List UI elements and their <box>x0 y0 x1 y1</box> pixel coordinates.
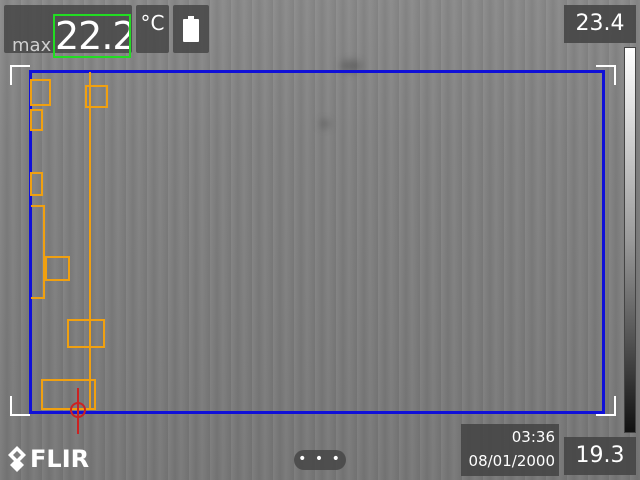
battery-icon <box>183 16 199 42</box>
detection-overlay <box>30 72 108 434</box>
flir-logo: FLIR <box>6 444 102 476</box>
hotspot-box <box>30 109 43 131</box>
hotspot-box <box>45 256 70 281</box>
hotspot-box <box>31 205 45 299</box>
spot-marker-icon <box>70 388 86 434</box>
temperature-scale-bar[interactable] <box>624 47 636 433</box>
hotspot-box <box>30 172 43 196</box>
measurement-label: max <box>12 35 52 56</box>
measurement-readout[interactable]: max 22.2 <box>4 5 132 58</box>
date-label: 08/01/2000 <box>468 452 555 470</box>
flir-emblem-icon <box>8 446 26 472</box>
hotspot-box <box>30 79 51 106</box>
more-menu-button[interactable]: • • • <box>294 450 346 470</box>
hotspot-box <box>67 319 105 348</box>
unit-button[interactable]: °C <box>136 5 169 53</box>
datetime-display: 03:36 08/01/2000 <box>461 424 559 476</box>
hotspot-box <box>41 379 96 410</box>
scale-max-value[interactable]: 23.4 <box>564 5 636 43</box>
measurement-value: 22.2 <box>53 14 131 58</box>
battery-button[interactable] <box>173 5 209 53</box>
time-label: 03:36 <box>511 428 555 446</box>
brand-name: FLIR <box>30 445 90 473</box>
scale-min-value[interactable]: 19.3 <box>564 437 636 475</box>
